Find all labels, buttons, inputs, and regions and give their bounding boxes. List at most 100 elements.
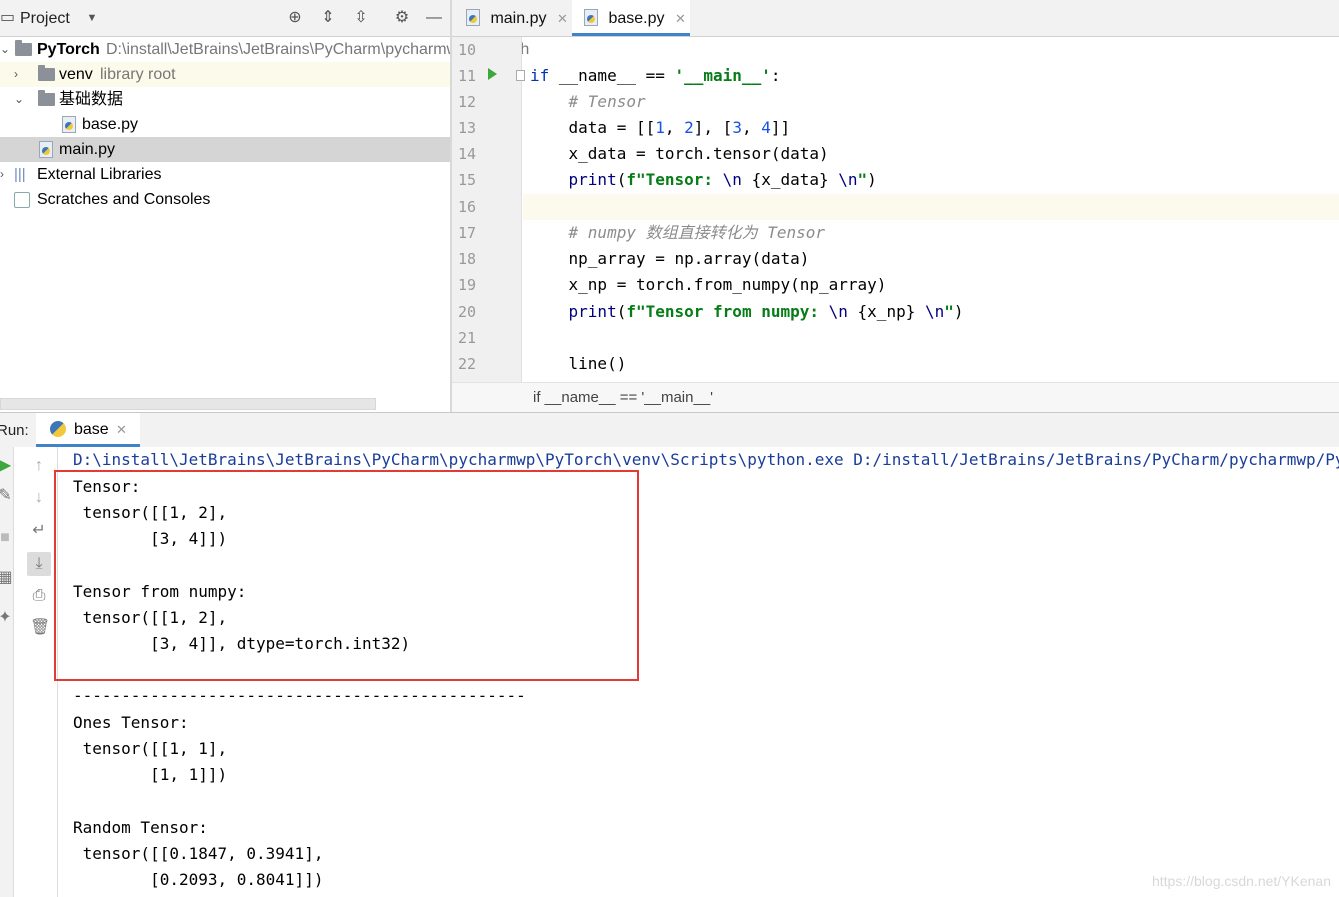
tree-item-external-libraries[interactable]: › ||| External Libraries xyxy=(0,162,451,187)
rerun-icon[interactable]: ▶ xyxy=(0,457,14,475)
folder-icon xyxy=(38,65,55,81)
code-line: # numpy 数组直接转化为 Tensor xyxy=(568,223,826,242)
tree-item-scratches[interactable]: Scratches and Consoles xyxy=(0,187,451,212)
console-line: Random Tensor: xyxy=(73,818,208,837)
close-icon[interactable]: ✕ xyxy=(116,413,127,447)
line-number: 11 xyxy=(458,67,477,85)
console-line: tensor([[0.1847, 0.3941], xyxy=(73,844,324,863)
tree-item-label: 基础数据 xyxy=(59,91,124,108)
chevron-right-icon[interactable]: › xyxy=(14,62,26,87)
close-icon[interactable]: ✕ xyxy=(557,11,568,26)
line-number: 13 xyxy=(458,119,477,137)
expand-all-icon[interactable]: ⇕ xyxy=(318,8,338,28)
tree-item-pytorch[interactable]: ⌄ PyTorch D:\install\JetBrains\JetBrains… xyxy=(0,37,529,62)
tab-label: main.py xyxy=(490,10,547,27)
stop-icon[interactable]: ■ xyxy=(0,529,14,547)
wrench-icon[interactable]: ✎ xyxy=(0,487,14,505)
tab-run-base[interactable]: base ✕ xyxy=(36,413,140,447)
run-toolbar-left: ▶ ✎ ■ ▦ ✦ xyxy=(0,447,14,897)
line-number: 15 xyxy=(458,171,477,189)
chevron-down-icon[interactable]: ⌄ xyxy=(0,37,12,62)
folder-icon xyxy=(15,40,32,56)
code-line: x_data = torch.tensor(data) xyxy=(530,144,829,163)
run-toolbar-right: ↑ ↓ ↵ ⤓ ⎙ 🗑 xyxy=(24,447,58,897)
tree-item-label: Scratches and Consoles xyxy=(37,191,211,208)
locate-icon[interactable]: ⊕ xyxy=(285,8,305,28)
pin-icon[interactable]: ✦ xyxy=(0,609,14,627)
line-number: 10 xyxy=(458,41,477,59)
chevron-right-icon[interactable]: › xyxy=(0,162,12,187)
chevron-down-icon[interactable]: ▼ xyxy=(82,8,102,28)
up-arrow-icon[interactable]: ↑ xyxy=(30,457,48,475)
tree-item-main-py[interactable]: main.py xyxy=(0,137,451,162)
tree-item-label: External Libraries xyxy=(37,166,162,183)
python-icon xyxy=(50,421,66,437)
code-line: print(f"Tensor from numpy: \n {x_np} \n"… xyxy=(568,302,964,321)
horizontal-scrollbar[interactable] xyxy=(0,398,376,410)
chevron-down-icon[interactable]: ⌄ xyxy=(14,87,26,112)
hide-icon[interactable]: — xyxy=(424,8,444,28)
watermark: https://blog.csdn.net/YKenan xyxy=(1151,873,1331,889)
tree-item-base-py[interactable]: base.py xyxy=(0,112,451,137)
down-arrow-icon[interactable]: ↓ xyxy=(30,489,48,507)
collapse-all-icon[interactable]: ⇳ xyxy=(351,8,371,28)
tree-item-label: base.py xyxy=(82,116,139,133)
project-view-icon[interactable]: ▭ xyxy=(0,8,15,28)
run-tab-label: base xyxy=(74,421,109,438)
line-number: 22 xyxy=(458,355,477,373)
code-editor[interactable]: if __name__ == '__main__': # Tensor data… xyxy=(523,37,1339,382)
code-line: x_np = torch.from_numpy(np_array) xyxy=(530,275,887,294)
tab-label: base.py xyxy=(608,10,665,27)
code-line: line() xyxy=(530,354,627,373)
tree-item-note: library root xyxy=(100,66,176,83)
python-file-icon xyxy=(39,141,53,158)
tree-item-venv[interactable]: › venv library root xyxy=(0,62,451,87)
console-line: [1, 1]]) xyxy=(73,765,228,784)
line-number: 14 xyxy=(458,145,477,163)
line-number: 16 xyxy=(458,198,477,216)
run-label: Run: xyxy=(0,422,29,439)
run-arrow-icon[interactable] xyxy=(488,68,497,80)
console-separator: ----------------------------------------… xyxy=(73,686,526,705)
code-line: if __name__ == '__main__': xyxy=(530,66,781,85)
code-line: print(f"Tensor: \n {x_data} \n") xyxy=(568,170,877,189)
python-file-icon xyxy=(466,9,480,26)
tab-base-py[interactable]: base.py ✕ xyxy=(572,0,690,36)
gear-icon[interactable]: ⚙ xyxy=(392,8,412,28)
scroll-to-end-icon[interactable]: ⤓ xyxy=(27,552,51,576)
breadcrumb[interactable]: if __name__ == '__main__' xyxy=(533,389,713,406)
scratches-icon xyxy=(14,192,30,208)
tree-item-basic-data[interactable]: ⌄ 基础数据 xyxy=(0,87,451,112)
line-number: 21 xyxy=(458,329,477,347)
line-number: 19 xyxy=(458,276,477,294)
layout-icon[interactable]: ▦ xyxy=(0,569,14,587)
library-icon: ||| xyxy=(14,166,26,183)
tree-item-label: venv xyxy=(59,66,93,83)
line-number: 18 xyxy=(458,250,477,268)
close-icon[interactable]: ✕ xyxy=(675,11,686,26)
line-number: 12 xyxy=(458,93,477,111)
print-icon[interactable]: ⎙ xyxy=(30,587,48,605)
python-file-icon xyxy=(584,9,598,26)
python-file-icon xyxy=(62,116,76,133)
code-line: data = [[1, 2], [3, 4]] xyxy=(530,118,791,137)
tree-item-label: main.py xyxy=(59,141,116,158)
project-panel: ▭ Project ▼ ⊕ ⇕ ⇳ ⚙ — ⌄ PyTorch D:\insta… xyxy=(0,0,529,412)
run-header: Run: base ✕ xyxy=(0,412,1339,447)
folder-icon xyxy=(38,90,55,106)
project-header: ▭ Project ▼ ⊕ ⇕ ⇳ ⚙ — xyxy=(0,0,451,37)
editor-tab-bar: main.py ✕ base.py ✕ xyxy=(452,0,1339,37)
tree-item-label: PyTorch xyxy=(37,41,100,58)
console-line: Ones Tensor: xyxy=(73,713,189,732)
tab-main-py[interactable]: main.py ✕ xyxy=(460,0,572,36)
annotation-highlight-box xyxy=(54,470,639,681)
project-title[interactable]: Project xyxy=(20,10,70,28)
line-number: 17 xyxy=(458,224,477,242)
soft-wrap-icon[interactable]: ↵ xyxy=(30,522,48,540)
console-line: tensor([[1, 1], xyxy=(73,739,228,758)
breadcrumb-bar: if __name__ == '__main__' xyxy=(452,382,1339,412)
code-line: # Tensor xyxy=(568,92,646,111)
trash-icon[interactable]: 🗑 xyxy=(30,619,50,637)
